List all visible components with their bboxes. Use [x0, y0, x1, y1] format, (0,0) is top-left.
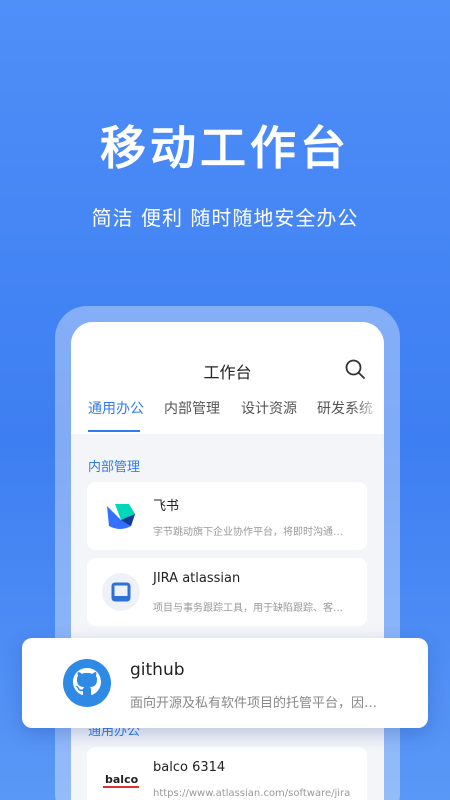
- search-icon[interactable]: [344, 358, 366, 380]
- featured-card[interactable]: github 面向开源及私有软件项目的托管平台，因…: [22, 638, 428, 728]
- tab-general[interactable]: 通用办公: [88, 398, 144, 418]
- featured-desc: 面向开源及私有软件项目的托管平台，因…: [130, 696, 378, 711]
- tab-design[interactable]: 设计资源: [241, 398, 297, 418]
- app-header: 工作台 通用办公 内部管理 设计资源 研发系统: [71, 322, 384, 434]
- jira-logo-icon: [102, 573, 140, 611]
- card-desc: 项目与事务跟踪工具，用于缺陷跟踪、客…: [153, 603, 343, 614]
- tab-active-indicator: [88, 430, 140, 432]
- card-name: JIRA atlassian: [153, 571, 241, 586]
- page-title: 工作台: [203, 363, 252, 382]
- card-desc: https://www.atlassian.com/software/jira: [153, 788, 351, 799]
- tab-internal[interactable]: 内部管理: [164, 398, 220, 418]
- section-title: 内部管理: [88, 460, 141, 475]
- card-name: 飞书: [153, 499, 180, 514]
- featured-name: github: [130, 660, 185, 680]
- balco-logo-icon: balco: [103, 773, 139, 788]
- github-logo-icon: [63, 659, 111, 707]
- svg-text:balco: balco: [105, 773, 139, 786]
- hero-title: 移动工作台: [100, 121, 350, 175]
- hero-subtitle: 简洁 便利 随时随地安全办公: [91, 206, 359, 230]
- tab-fade: [354, 398, 384, 426]
- app-card[interactable]: JIRA atlassian 项目与事务跟踪工具，用于缺陷跟踪、客…: [87, 558, 367, 626]
- app-card[interactable]: balco balco 6314 https://www.atlassian.c…: [87, 747, 367, 800]
- feishu-logo-icon: [107, 504, 135, 529]
- tab-bar: 通用办公 内部管理 设计资源 研发系统: [71, 398, 384, 434]
- card-name: balco 6314: [153, 760, 226, 775]
- phone-screen: 工作台 通用办公 内部管理 设计资源 研发系统 内部管理 飞书 字节跳动旗下企业…: [71, 322, 384, 800]
- app-card[interactable]: 飞书 字节跳动旗下企业协作平台，将即时沟通…: [87, 482, 367, 550]
- card-desc: 字节跳动旗下企业协作平台，将即时沟通…: [153, 527, 343, 538]
